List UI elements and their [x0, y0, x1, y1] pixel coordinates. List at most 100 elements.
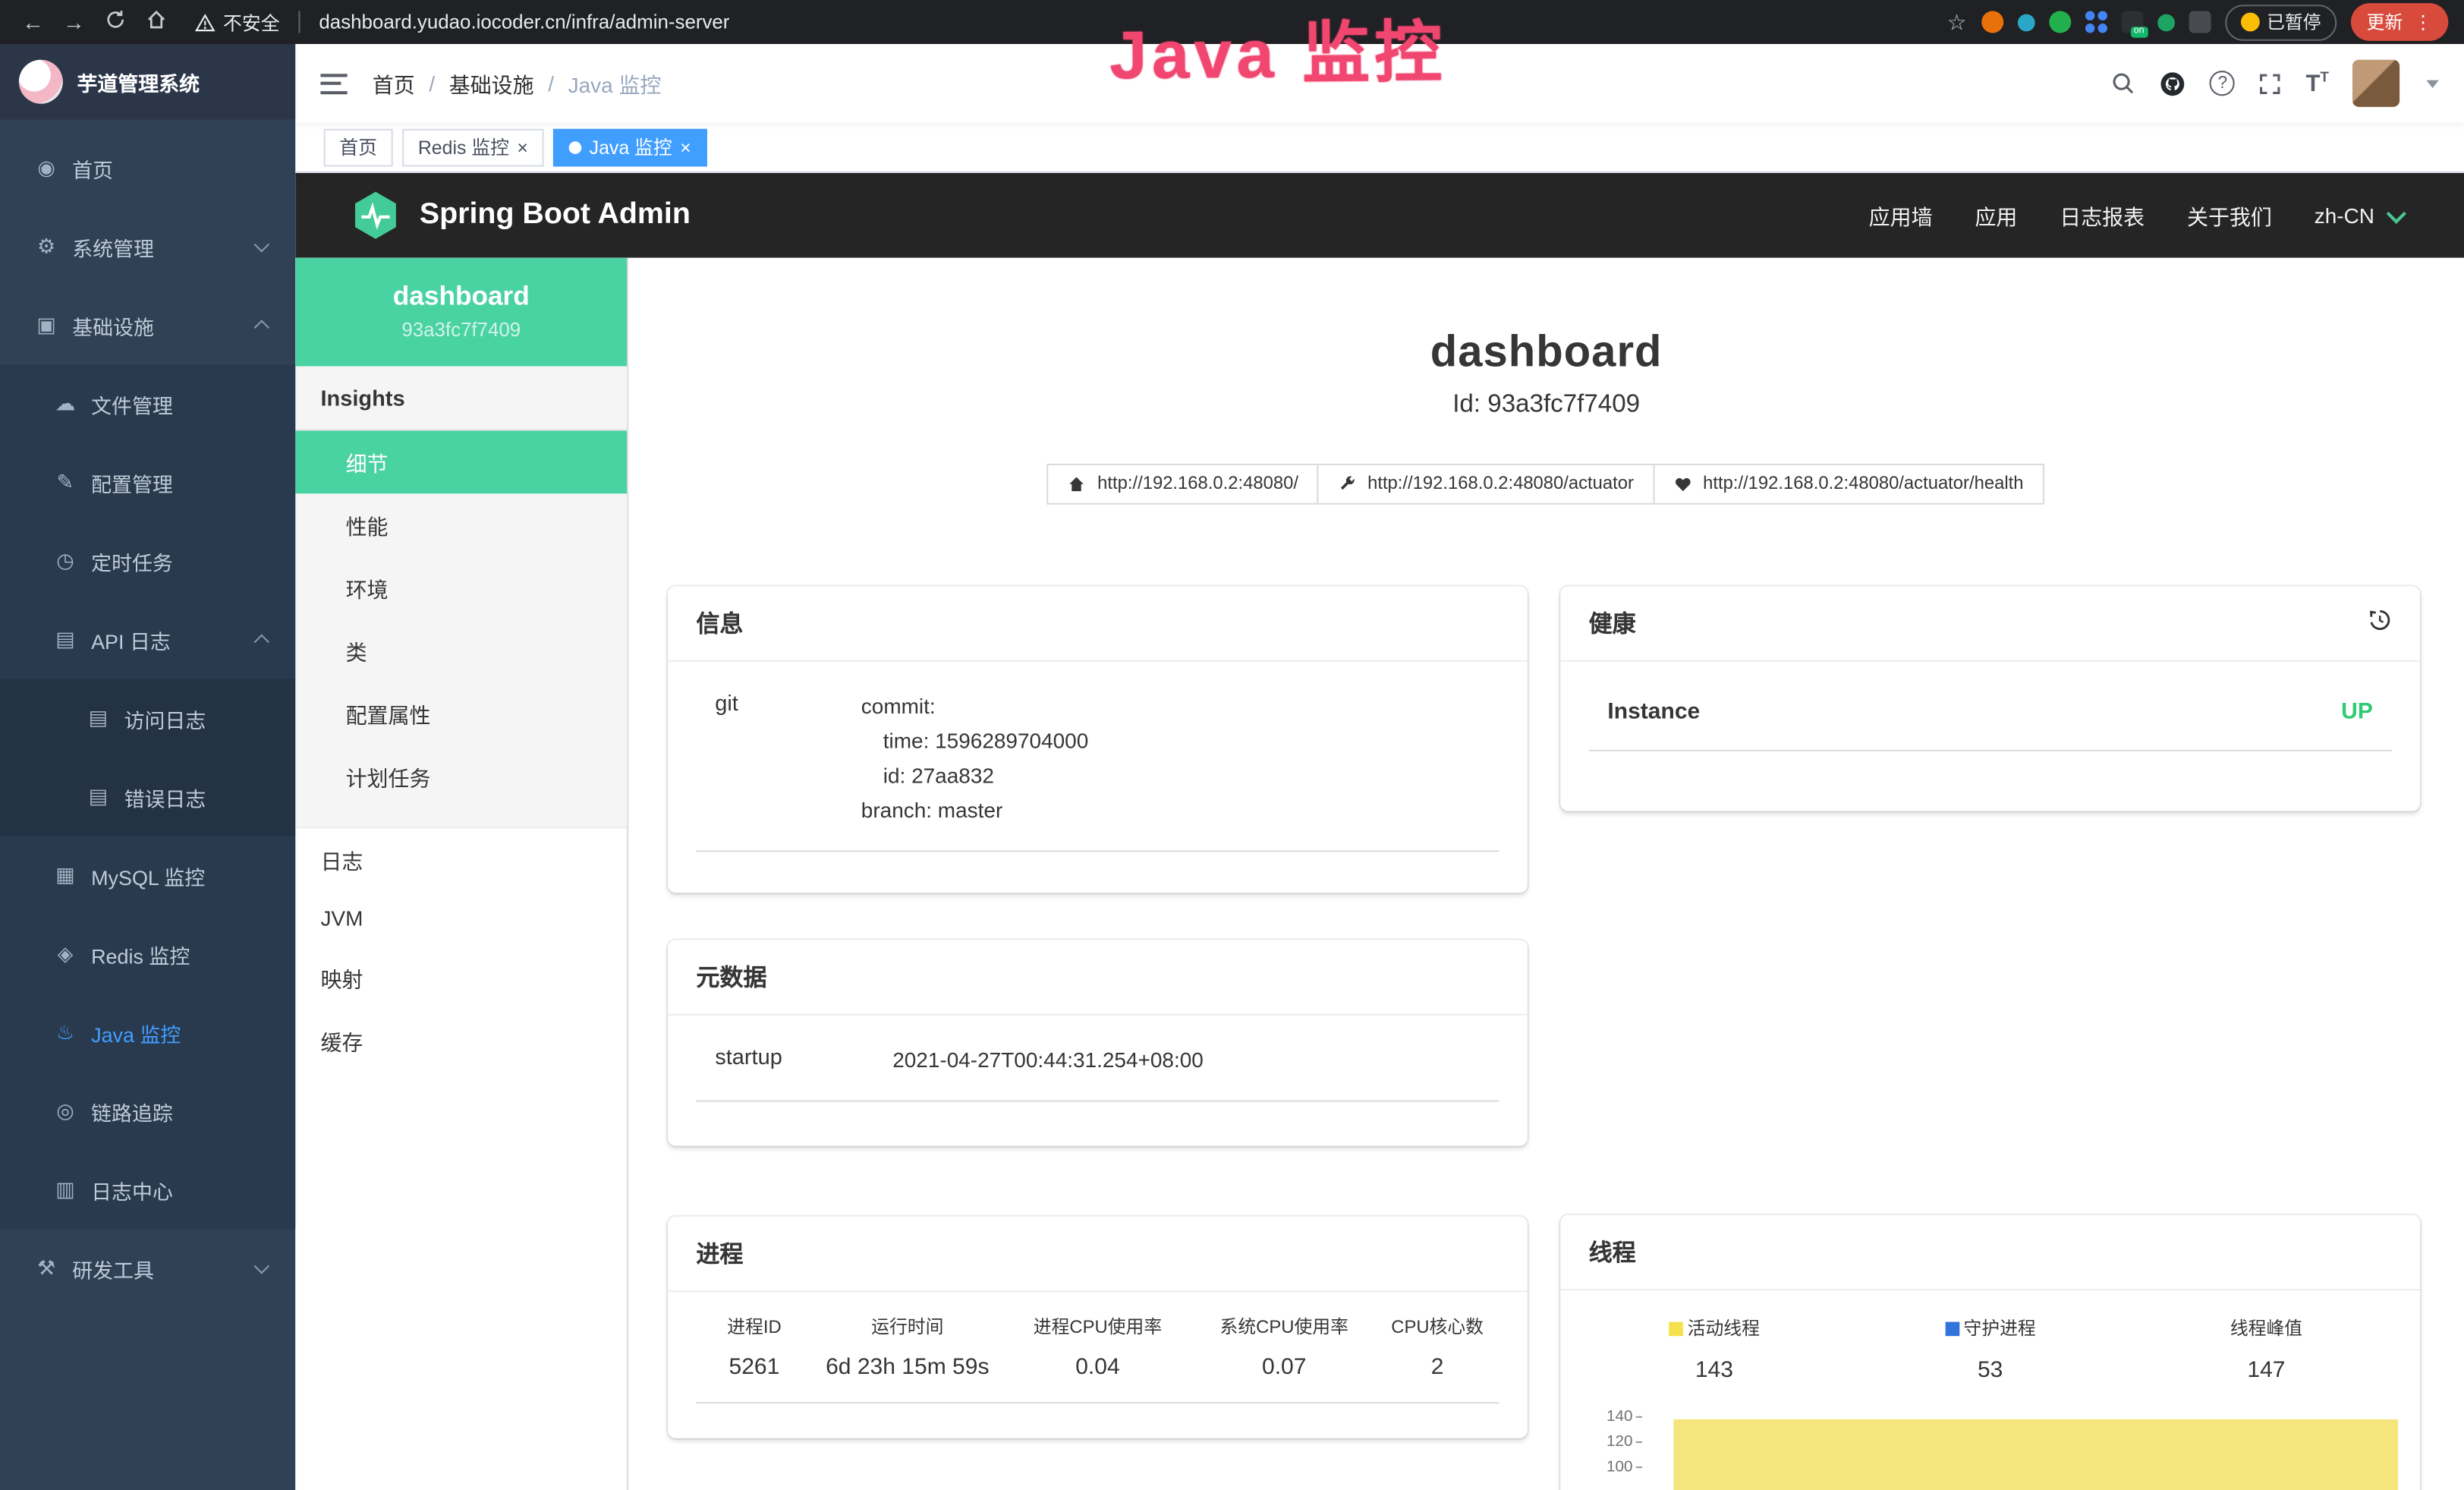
sba-nav-about[interactable]: 关于我们: [2187, 200, 2272, 231]
warning-icon: [195, 12, 216, 33]
search-icon[interactable]: [2111, 71, 2136, 96]
sba-item-classes[interactable]: 类: [295, 619, 627, 682]
instance-name: dashboard: [308, 282, 615, 313]
health-key: Instance: [1607, 700, 1700, 725]
column-header: 系统CPU使用率: [1199, 1314, 1369, 1339]
sidebar-item-infrastructure[interactable]: 基础设施: [0, 286, 295, 365]
sba-item-jvm[interactable]: JVM: [295, 891, 627, 946]
breadcrumb-infra[interactable]: 基础设施: [449, 68, 534, 99]
tab-java-monitor[interactable]: Java 监控: [553, 128, 706, 166]
sba-nav-wallboard[interactable]: 应用墙: [1869, 200, 1933, 231]
edit-icon: [53, 470, 77, 495]
doc-icon: [87, 784, 110, 809]
font-size-icon[interactable]: [2306, 69, 2329, 97]
chevron-down-icon[interactable]: [2426, 80, 2439, 87]
service-url-link[interactable]: http://192.168.0.2:48080/: [1047, 464, 1319, 505]
sba-item-environment[interactable]: 环境: [295, 556, 627, 619]
sba-item-logs[interactable]: 日志: [295, 828, 627, 891]
back-icon[interactable]: ←: [16, 9, 51, 34]
link-label: http://192.168.0.2:48080/actuator/health: [1703, 474, 2023, 493]
breadcrumb-separator: /: [429, 71, 435, 95]
collapse-menu-icon[interactable]: [320, 73, 347, 93]
sidebar-item-trace[interactable]: 链路追踪: [0, 1072, 295, 1151]
metadata-key: startup: [696, 1044, 892, 1079]
paused-badge[interactable]: 已暂停: [2224, 4, 2337, 40]
history-icon[interactable]: [2368, 608, 2392, 638]
sba-item-mappings[interactable]: 映射: [295, 947, 627, 1010]
url-text[interactable]: dashboard.yudao.iocoder.cn/infra/admin-s…: [319, 11, 729, 33]
cell-value: 6d 23h 15m 59s: [819, 1355, 996, 1380]
sidebar-item-java-monitor[interactable]: Java 监控: [0, 994, 295, 1073]
sba-brand-title: Spring Boot Admin: [420, 198, 691, 233]
sba-item-scheduled[interactable]: 计划任务: [295, 745, 627, 808]
sba-nav-applications[interactable]: 应用: [1975, 200, 2017, 231]
sba-language-select[interactable]: zh-CN: [2315, 203, 2401, 227]
sidebar-item-system-management[interactable]: 系统管理: [0, 207, 295, 286]
reload-icon[interactable]: [97, 9, 132, 34]
app-logo: [19, 60, 63, 104]
tools-icon: [35, 1256, 58, 1281]
sidebar-item-label: 基础设施: [72, 310, 154, 340]
sidebar-item-label: Redis 监控: [91, 939, 190, 969]
fullscreen-icon[interactable]: [2258, 71, 2282, 95]
instance-header[interactable]: dashboard 93a3fc7f7409: [295, 258, 627, 367]
extension-icon-6[interactable]: [2157, 14, 2174, 31]
card-title: 信息: [696, 606, 743, 639]
divider: [298, 11, 300, 33]
tab-label: Redis 监控: [418, 134, 509, 160]
tab-redis-monitor[interactable]: Redis 监控: [402, 128, 543, 166]
breadcrumb-home[interactable]: 首页: [373, 68, 415, 99]
update-button[interactable]: 更新: [2351, 3, 2448, 41]
extension-icon-7[interactable]: [2189, 11, 2211, 33]
sidebar-item-scheduled-tasks[interactable]: 定时任务: [0, 522, 295, 601]
sidebar-item-config-management[interactable]: 配置管理: [0, 443, 295, 522]
close-icon[interactable]: [680, 136, 691, 158]
bookmark-star-icon[interactable]: ☆: [1947, 8, 1967, 35]
sidebar-item-label: 文件管理: [91, 389, 173, 419]
sba-nav-journal[interactable]: 日志报表: [2060, 200, 2145, 231]
extension-icon-5[interactable]: on: [2121, 11, 2143, 33]
log-icon: [53, 627, 77, 652]
process-table: 进程ID5261 运行时间6d 23h 15m 59s 进程CPU使用率0.04…: [696, 1292, 1499, 1403]
column-header: 进程ID: [703, 1314, 807, 1339]
sba-item-details[interactable]: 细节: [295, 430, 627, 493]
forward-icon[interactable]: →: [57, 9, 92, 34]
sidebar-item-label: 定时任务: [91, 547, 173, 576]
sidebar-item-api-logs[interactable]: API 日志: [0, 600, 295, 679]
screen: ← → 不安全 dashboard.yudao.iocoder.cn/infra…: [0, 0, 2464, 1490]
sba-item-metrics[interactable]: 性能: [295, 493, 627, 556]
extension-icon-4[interactable]: [2085, 11, 2107, 33]
close-icon[interactable]: [517, 136, 528, 158]
sba-item-config-props[interactable]: 配置属性: [295, 682, 627, 745]
cell-value: 0.04: [1009, 1355, 1186, 1380]
legend-item-peak: 线程峰值 147: [2129, 1315, 2405, 1383]
tab-home[interactable]: 首页: [324, 128, 393, 166]
dashboard-icon: [35, 156, 58, 181]
sidebar-item-log-center[interactable]: 日志中心: [0, 1151, 295, 1230]
sidebar-item-dev-tools[interactable]: 研发工具: [0, 1229, 295, 1308]
sidebar-item-mysql-monitor[interactable]: MySQL 监控: [0, 836, 295, 915]
sba-item-caches[interactable]: 缓存: [295, 1009, 627, 1072]
sidebar-item-label: API 日志: [91, 625, 171, 654]
app-logo-row[interactable]: 芋道管理系统: [0, 44, 295, 119]
sidebar-item-redis-monitor[interactable]: Redis 监控: [0, 915, 295, 994]
sidebar-item-file-management[interactable]: 文件管理: [0, 364, 295, 443]
health-url-link[interactable]: http://192.168.0.2:48080/actuator/health: [1653, 464, 2044, 505]
actuator-url-link[interactable]: http://192.168.0.2:48080/actuator: [1317, 464, 1654, 505]
health-card: 健康 Instance UP: [1560, 586, 2420, 811]
avatar[interactable]: [2352, 60, 2399, 107]
github-icon[interactable]: [2160, 70, 2186, 96]
security-warning[interactable]: 不安全: [195, 8, 280, 35]
info-key: git: [696, 690, 861, 828]
extension-icon-2[interactable]: [2017, 14, 2034, 31]
legend-item-daemon: 守护进程 53: [1852, 1315, 2129, 1383]
sidebar-item-home[interactable]: 首页: [0, 129, 295, 208]
help-icon[interactable]: [2210, 71, 2235, 96]
sidebar-item-error-logs[interactable]: 错误日志: [0, 758, 295, 836]
extension-icon-1[interactable]: [1981, 11, 2003, 33]
extension-icon-3[interactable]: [2048, 11, 2070, 33]
spring-boot-admin-frame: Spring Boot Admin 应用墙 应用 日志报表 关于我们 zh-CN: [295, 173, 2464, 1490]
home-icon[interactable]: [138, 9, 173, 34]
sidebar-item-access-logs[interactable]: 访问日志: [0, 679, 295, 758]
link-label: http://192.168.0.2:48080/actuator: [1367, 474, 1634, 493]
